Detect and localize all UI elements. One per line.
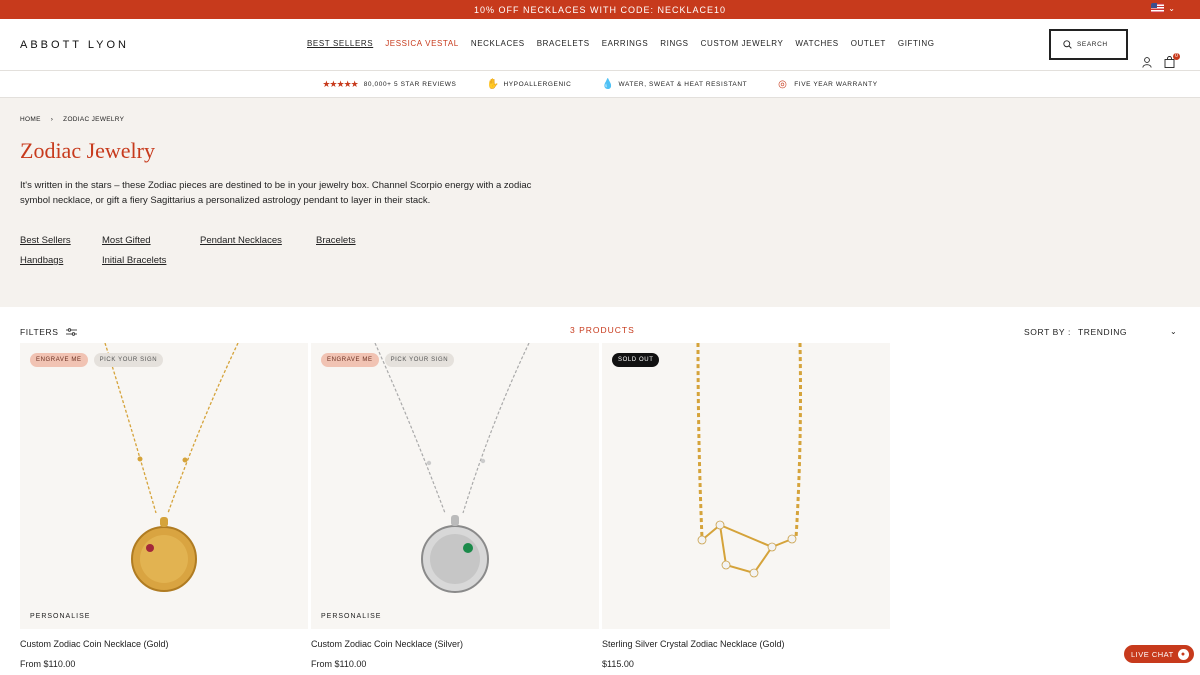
breadcrumb-home[interactable]: HOME [20,116,41,123]
sort-dropdown[interactable]: SORT BY : TRENDING [1024,327,1127,337]
product-name[interactable]: Sterling Silver Crystal Zodiac Necklace … [602,639,890,649]
badge-group: ENGRAVE ME PICK YOUR SIGN [321,353,455,367]
badge-group: ENGRAVE ME PICK YOUR SIGN [30,353,164,367]
trust-hypoallergenic: ✋ HYPOALLERGENIC [486,79,571,90]
chevron-down-icon: ⌄ [1168,3,1176,13]
logo[interactable]: ABBOTT LYON [20,39,129,51]
trust-warranty: ◎ FIVE YEAR WARRANTY [777,79,877,90]
hypo-text: HYPOALLERGENIC [503,80,572,88]
search-button[interactable]: SEARCH [1049,29,1128,60]
link-bracelets[interactable]: Bracelets [316,235,396,246]
nav-gifting[interactable]: GIFTING [898,39,935,48]
badge-sold-out: SOLD OUT [612,353,660,367]
badge-pick-sign: PICK YOUR SIGN [384,353,455,367]
product-price: $115.00 [602,659,634,669]
category-description: It's written in the stars – these Zodiac… [20,180,532,206]
nav-necklaces[interactable]: NECKLACES [471,39,525,48]
gold-coin-necklace-image [104,343,239,592]
trust-water: 💧 WATER, SWEAT & HEAT RESISTANT [601,79,747,90]
product-count: 3 PRODUCTS [570,325,635,335]
product-name[interactable]: Custom Zodiac Coin Necklace (Silver) [311,639,599,649]
account-icon[interactable] [1142,57,1152,68]
nav-bracelets[interactable]: BRACELETS [537,39,590,48]
product-name[interactable]: Custom Zodiac Coin Necklace (Gold) [20,639,308,649]
category-links: Best Sellers Most Gifted Pendant Necklac… [20,235,396,266]
filters-label: FILTERS [20,327,59,337]
us-flag-icon [1151,3,1165,13]
nav-custom-jewelry[interactable]: CUSTOM JEWELRY [701,39,784,48]
sort-label: SORT BY : [1024,327,1071,337]
constellation-necklace-image [696,343,802,578]
badge-engrave: ENGRAVE ME [30,353,88,367]
link-best-sellers[interactable]: Best Sellers [20,235,102,246]
main-nav: BEST SELLERS JESSICA VESTAL NECKLACES BR… [307,39,947,48]
search-label: SEARCH [1077,41,1108,48]
filters-button[interactable]: FILTERS [20,327,77,337]
nav-rings[interactable]: RINGS [660,39,688,48]
product-image[interactable]: SOLD OUT [602,343,890,629]
product-image[interactable]: ENGRAVE ME PICK YOUR SIGN PERSONALISE [311,343,599,629]
sliders-icon [65,328,77,336]
personalise-tag[interactable]: PERSONALISE [30,613,90,620]
product-card[interactable]: ENGRAVE ME PICK YOUR SIGN PERSONALISE Cu… [20,343,308,669]
water-text: WATER, SWEAT & HEAT RESISTANT [618,80,748,88]
nav-jessica-vestal[interactable]: JESSICA VESTAL [385,39,459,48]
promo-banner: 10% OFF NECKLACES WITH CODE: NECKLACE10 … [0,0,1200,19]
product-image[interactable]: ENGRAVE ME PICK YOUR SIGN PERSONALISE [20,343,308,629]
product-card[interactable]: SOLD OUT Sterling Silver Crystal Zodiac … [602,343,890,669]
promo-text: 10% OFF NECKLACES WITH CODE: NECKLACE10 [473,4,727,15]
warranty-text: FIVE YEAR WARRANTY [794,80,878,88]
product-price: From $110.00 [20,659,76,669]
reviews-text: 80,000+ 5 STAR REVIEWS [363,80,457,88]
badge-icon: ◎ [778,78,788,90]
star-rating-icon: ★★★★★ [322,78,358,89]
silver-coin-necklace-image [374,343,530,593]
badge-pick-sign: PICK YOUR SIGN [93,353,164,367]
category-header: HOME › ZODIAC JEWELRY Zodiac Jewelry It'… [0,98,1200,307]
nav-outlet[interactable]: OUTLET [851,39,886,48]
link-pendant-necklaces[interactable]: Pendant Necklaces [200,235,316,246]
badge-group: SOLD OUT [612,353,660,367]
link-handbags[interactable]: Handbags [20,255,102,266]
product-card[interactable]: ENGRAVE ME PICK YOUR SIGN PERSONALISE Cu… [311,343,599,669]
page-title: Zodiac Jewelry [20,138,155,163]
sort-value: TRENDING [1077,327,1128,337]
water-drop-icon: 💧 [601,78,615,90]
cart-count-badge: 0 [1173,53,1180,60]
hand-icon: ✋ [486,78,500,90]
link-most-gifted[interactable]: Most Gifted [102,235,200,246]
country-selector[interactable]: ⌄ [1151,3,1176,13]
trust-bar: ★★★★★ 80,000+ 5 STAR REVIEWS ✋ HYPOALLER… [0,71,1200,98]
breadcrumb: HOME › ZODIAC JEWELRY [20,116,124,123]
breadcrumb-current: ZODIAC JEWELRY [63,116,125,123]
nav-earrings[interactable]: EARRINGS [602,39,649,48]
nav-best-sellers[interactable]: BEST SELLERS [307,39,373,48]
product-grid: ENGRAVE ME PICK YOUR SIGN PERSONALISE Cu… [20,343,890,669]
nav-watches[interactable]: WATCHES [795,39,838,48]
badge-engrave: ENGRAVE ME [321,353,379,367]
site-header: ABBOTT LYON BEST SELLERS JESSICA VESTAL … [0,19,1200,71]
chat-bubble-icon: ● [1177,648,1189,660]
personalise-tag[interactable]: PERSONALISE [321,613,381,620]
link-initial-bracelets[interactable]: Initial Bracelets [102,255,200,266]
chevron-right-icon: › [50,116,54,123]
live-chat-label: LIVE CHAT [1131,649,1174,659]
search-icon [1063,40,1072,49]
trust-reviews: ★★★★★ 80,000+ 5 STAR REVIEWS [322,79,456,90]
product-price: From $110.00 [311,659,367,669]
chevron-down-icon[interactable]: ⌄ [1170,327,1177,336]
live-chat-button[interactable]: LIVE CHAT ● [1124,645,1194,663]
